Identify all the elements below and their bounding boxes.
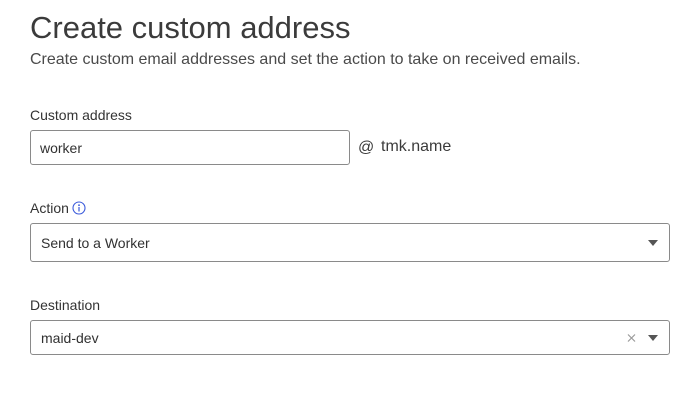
destination-label: Destination: [30, 297, 101, 313]
destination-select[interactable]: maid-dev: [30, 320, 670, 355]
custom-address-input[interactable]: [30, 130, 350, 165]
action-label-row: Action: [30, 199, 86, 217]
close-icon[interactable]: [627, 333, 636, 342]
action-label: Action: [30, 200, 69, 216]
chevron-down-icon[interactable]: [648, 239, 658, 246]
action-selected-value: Send to a Worker: [41, 234, 150, 251]
email-domain: tmk.name: [381, 138, 452, 155]
at-sign: @: [358, 139, 375, 156]
custom-address-label: Custom address: [30, 107, 132, 123]
page-title: Create custom address: [30, 10, 351, 45]
chevron-down-icon[interactable]: [648, 334, 658, 341]
destination-selected-value: maid-dev: [41, 329, 99, 346]
page-subtitle: Create custom email addresses and set th…: [30, 51, 581, 68]
info-icon[interactable]: [72, 201, 86, 215]
action-select[interactable]: Send to a Worker: [30, 223, 670, 262]
